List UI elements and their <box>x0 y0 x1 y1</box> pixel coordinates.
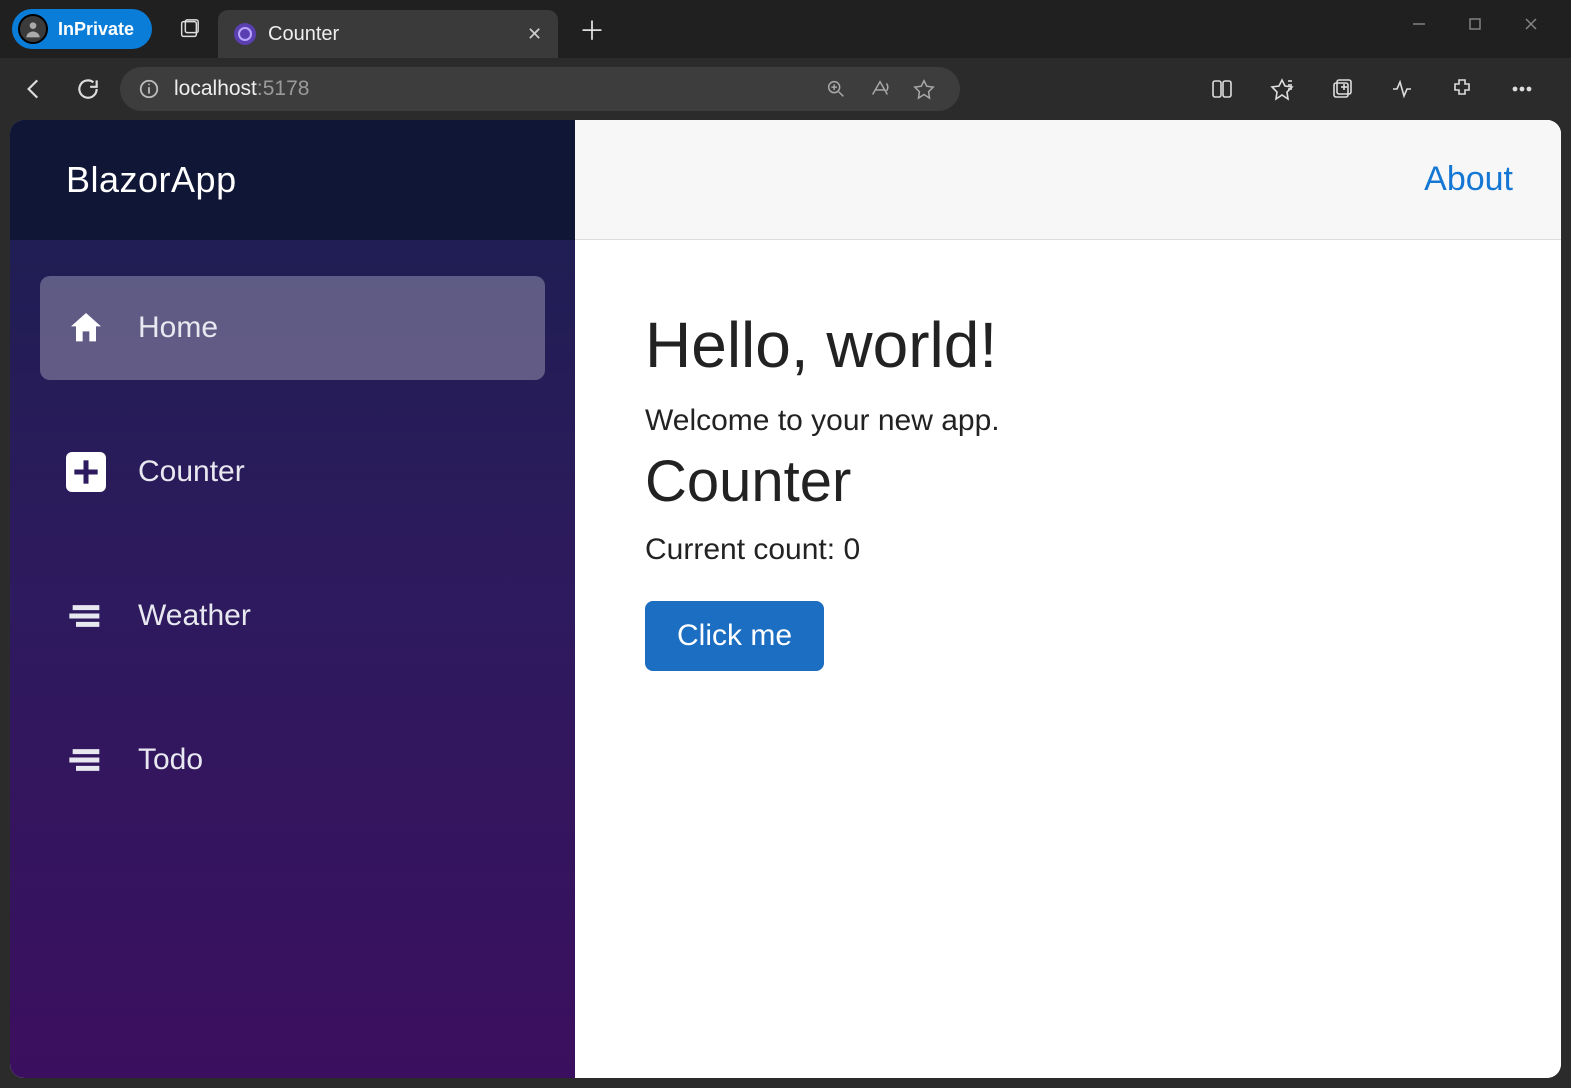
performance-icon[interactable] <box>1380 67 1424 111</box>
sidebar-item-todo[interactable]: Todo <box>40 708 545 812</box>
current-count: Current count: 0 <box>645 533 1491 567</box>
favorites-icon[interactable] <box>1260 67 1304 111</box>
browser-toolbar: localhost:5178 <box>0 58 1571 120</box>
plus-icon <box>64 450 108 494</box>
favorite-star-icon[interactable] <box>906 71 942 107</box>
split-screen-icon[interactable] <box>1200 67 1244 111</box>
sidebar-item-label: Home <box>138 311 218 345</box>
extensions-icon[interactable] <box>1440 67 1484 111</box>
menu-icon[interactable] <box>1500 67 1544 111</box>
window-controls <box>1391 0 1563 44</box>
list-icon <box>64 594 108 638</box>
sidebar-item-label: Weather <box>138 599 251 633</box>
tab-actions-button[interactable] <box>168 8 210 50</box>
titlebar: InPrivate Counter ✕ ＋ <box>0 0 1571 58</box>
read-aloud-icon[interactable] <box>862 71 898 107</box>
url-text: localhost:5178 <box>174 77 309 101</box>
nav-list: Home Counter Weather <box>10 240 575 848</box>
browser-window: InPrivate Counter ✕ ＋ localhost:5178 <box>0 0 1571 1088</box>
refresh-button[interactable] <box>66 67 110 111</box>
maximize-button[interactable] <box>1447 4 1503 44</box>
address-bar[interactable]: localhost:5178 <box>120 67 960 111</box>
top-row: About <box>575 120 1561 240</box>
home-icon <box>64 306 108 350</box>
main-area: About Hello, world! Welcome to your new … <box>575 120 1561 1078</box>
inprivate-label: InPrivate <box>58 19 134 40</box>
count-label: Current count: <box>645 533 843 566</box>
url-port: :5178 <box>257 77 310 100</box>
sidebar-item-label: Counter <box>138 455 245 489</box>
list-icon <box>64 738 108 782</box>
sidebar-item-counter[interactable]: Counter <box>40 420 545 524</box>
close-tab-icon[interactable]: ✕ <box>527 24 542 45</box>
url-host: localhost <box>174 77 257 100</box>
close-window-button[interactable] <box>1503 4 1559 44</box>
about-link[interactable]: About <box>1424 160 1513 199</box>
click-me-button[interactable]: Click me <box>645 601 824 671</box>
profile-avatar-icon <box>18 14 48 44</box>
inprivate-badge[interactable]: InPrivate <box>12 9 152 49</box>
page-viewport: BlazorApp Home Counter <box>10 120 1561 1078</box>
page-content: Hello, world! Welcome to your new app. C… <box>575 240 1561 711</box>
collections-icon[interactable] <box>1320 67 1364 111</box>
app-brand[interactable]: BlazorApp <box>10 120 575 240</box>
counter-heading: Counter <box>645 448 1491 515</box>
site-info-icon[interactable] <box>138 78 160 100</box>
sidebar-item-home[interactable]: Home <box>40 276 545 380</box>
minimize-button[interactable] <box>1391 4 1447 44</box>
welcome-text: Welcome to your new app. <box>645 404 1491 438</box>
sidebar-item-weather[interactable]: Weather <box>40 564 545 668</box>
hello-heading: Hello, world! <box>645 308 1491 382</box>
browser-tab[interactable]: Counter ✕ <box>218 10 558 58</box>
toolbar-right-icons <box>1200 67 1544 111</box>
new-tab-button[interactable]: ＋ <box>572 9 612 49</box>
sidebar-item-label: Todo <box>138 743 203 777</box>
back-button[interactable] <box>12 67 56 111</box>
app-brand-label: BlazorApp <box>66 159 237 201</box>
count-value: 0 <box>843 533 860 566</box>
sidebar: BlazorApp Home Counter <box>10 120 575 1078</box>
blazor-favicon-icon <box>234 23 256 45</box>
tab-title: Counter <box>268 23 515 46</box>
zoom-icon[interactable] <box>818 71 854 107</box>
